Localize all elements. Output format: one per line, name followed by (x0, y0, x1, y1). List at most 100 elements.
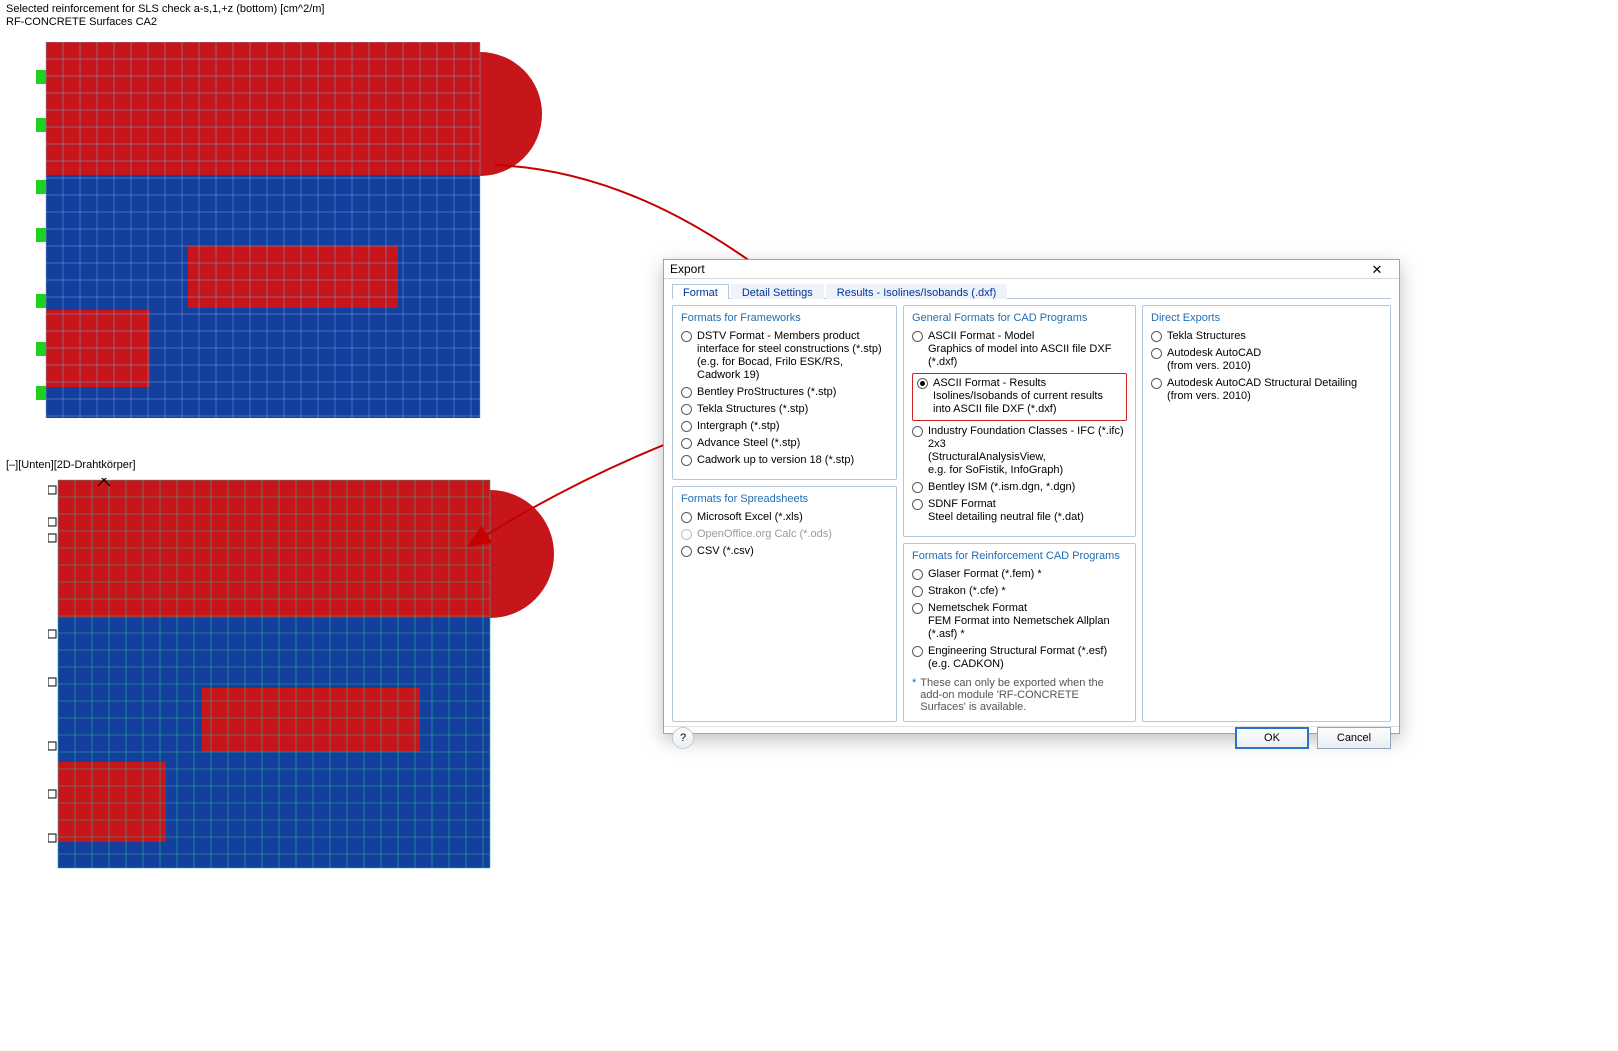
radio-advance-steel[interactable]: Advance Steel (*.stp) (681, 437, 888, 450)
radio-sdnf[interactable]: SDNF Format Steel detailing neutral file… (912, 498, 1127, 524)
radio-bentley-prostructures[interactable]: Bentley ProStructures (*.stp) (681, 386, 888, 399)
radio-icon (912, 603, 923, 614)
radio-tekla-direct[interactable]: Tekla Structures (1151, 330, 1382, 343)
asterisk-icon: * (912, 677, 916, 713)
radio-dstv-sub: (e.g. for Bocad, Frilo ESK/RS, Cadwork 1… (697, 356, 888, 382)
tab-detail-settings[interactable]: Detail Settings (731, 284, 824, 299)
radio-bentley-ism-label: Bentley ISM (*.ism.dgn, *.dgn) (928, 481, 1075, 494)
radio-advance-label: Advance Steel (*.stp) (697, 437, 800, 450)
radio-excel-label: Microsoft Excel (*.xls) (697, 511, 803, 524)
radio-icon (681, 404, 692, 415)
radio-tekla-stp-label: Tekla Structures (*.stp) (697, 403, 808, 416)
figure1-caption: Selected reinforcement for SLS check a-s… (6, 3, 324, 29)
group-reinf-title: Formats for Reinforcement CAD Programs (912, 550, 1127, 562)
figure2-caption-text: [–][Unten][2D-Drahtkörper] (6, 459, 136, 471)
radio-icon (681, 512, 692, 523)
group-direct-title: Direct Exports (1151, 312, 1382, 324)
reinf-note-text: These can only be exported when the add-… (920, 677, 1127, 713)
figure1-mesh (18, 42, 580, 418)
radio-nemetschek-label: Nemetschek Format (928, 602, 1127, 615)
radio-icon (681, 455, 692, 466)
radio-icon (912, 499, 923, 510)
radio-ascii-results-label: ASCII Format - Results (933, 377, 1122, 390)
radio-ascii-results[interactable]: ASCII Format - Results Isolines/Isobands… (917, 377, 1122, 416)
radio-sdnf-label: SDNF Format (928, 498, 1084, 511)
radio-ooo-label: OpenOffice.org Calc (*.ods) (697, 528, 832, 541)
radio-bentley-ism[interactable]: Bentley ISM (*.ism.dgn, *.dgn) (912, 481, 1127, 494)
radio-ifc-sub1: (StructuralAnalysisView, (928, 451, 1127, 464)
radio-ifc-label: Industry Foundation Classes - IFC (*.ifc… (928, 425, 1127, 451)
radio-autocad-sd-label: Autodesk AutoCAD Structural Detailing (1167, 377, 1357, 390)
dialog-title: Export (670, 262, 705, 276)
radio-cadwork-label: Cadwork up to version 18 (*.stp) (697, 454, 854, 467)
radio-intergraph[interactable]: Intergraph (*.stp) (681, 420, 888, 433)
radio-autocad-sub: (from vers. 2010) (1167, 360, 1261, 373)
radio-strakon[interactable]: Strakon (*.cfe) * (912, 585, 1127, 598)
export-dialog: Export ✕ Format Detail Settings Results … (663, 259, 1400, 734)
radio-esf[interactable]: Engineering Structural Format (*.esf) (e… (912, 645, 1127, 671)
radio-icon (912, 569, 923, 580)
figure1-caption-line2: RF-CONCRETE Surfaces CA2 (6, 16, 324, 29)
radio-dstv[interactable]: DSTV Format - Members product interface … (681, 330, 888, 382)
radio-icon (912, 482, 923, 493)
radio-icon (1151, 331, 1162, 342)
radio-dstv-label: DSTV Format - Members product interface … (697, 330, 888, 356)
radio-icon (912, 331, 923, 342)
radio-icon (912, 426, 923, 437)
radio-esf-sub: (e.g. CADKON) (928, 658, 1107, 671)
radio-ascii-model[interactable]: ASCII Format - Model Graphics of model i… (912, 330, 1127, 369)
group-spreadsheets: Formats for Spreadsheets Microsoft Excel… (672, 486, 897, 722)
radio-icon (681, 438, 692, 449)
group-cad: General Formats for CAD Programs ASCII F… (903, 305, 1136, 537)
radio-ifc[interactable]: Industry Foundation Classes - IFC (*.ifc… (912, 425, 1127, 477)
dialog-footer: ? OK Cancel (664, 726, 1399, 749)
radio-glaser-label: Glaser Format (*.fem) * (928, 568, 1042, 581)
radio-ascii-results-sub: Isolines/Isobands of current results int… (933, 390, 1122, 416)
close-button[interactable]: ✕ (1361, 260, 1393, 278)
group-cad-title: General Formats for CAD Programs (912, 312, 1127, 324)
radio-icon (681, 387, 692, 398)
radio-icon (1151, 348, 1162, 359)
help-icon: ? (680, 732, 686, 744)
radio-tekla-direct-label: Tekla Structures (1167, 330, 1246, 343)
radio-csv-label: CSV (*.csv) (697, 545, 754, 558)
radio-ifc-sub2: e.g. for SoFistik, InfoGraph) (928, 464, 1127, 477)
group-reinforcement: Formats for Reinforcement CAD Programs G… (903, 543, 1136, 722)
radio-strakon-label: Strakon (*.cfe) * (928, 585, 1006, 598)
radio-csv[interactable]: CSV (*.csv) (681, 545, 888, 558)
radio-ascii-model-label: ASCII Format - Model (928, 330, 1127, 343)
radio-icon (681, 331, 692, 342)
radio-icon (681, 546, 692, 557)
highlight-ascii-results: ASCII Format - Results Isolines/Isobands… (912, 373, 1127, 421)
cancel-button[interactable]: Cancel (1317, 727, 1391, 749)
radio-intergraph-label: Intergraph (*.stp) (697, 420, 780, 433)
help-button[interactable]: ? (672, 727, 694, 749)
radio-icon (917, 378, 928, 389)
figure1-caption-line1: Selected reinforcement for SLS check a-s… (6, 3, 324, 16)
radio-icon (1151, 378, 1162, 389)
radio-sdnf-sub: Steel detailing neutral file (*.dat) (928, 511, 1084, 524)
radio-cadwork[interactable]: Cadwork up to version 18 (*.stp) (681, 454, 888, 467)
radio-autocad-label: Autodesk AutoCAD (1167, 347, 1261, 360)
tab-results-isolines[interactable]: Results - Isolines/Isobands (.dxf) (826, 284, 1008, 299)
radio-glaser[interactable]: Glaser Format (*.fem) * (912, 568, 1127, 581)
radio-nemetschek[interactable]: Nemetschek Format FEM Format into Nemets… (912, 602, 1127, 641)
ok-button[interactable]: OK (1235, 727, 1309, 749)
radio-autocad[interactable]: Autodesk AutoCAD (from vers. 2010) (1151, 347, 1382, 373)
radio-excel[interactable]: Microsoft Excel (*.xls) (681, 511, 888, 524)
radio-autocad-sd-sub: (from vers. 2010) (1167, 390, 1357, 403)
dialog-titlebar[interactable]: Export ✕ (664, 260, 1399, 279)
radio-tekla-stp[interactable]: Tekla Structures (*.stp) (681, 403, 888, 416)
radio-bentley-ps-label: Bentley ProStructures (*.stp) (697, 386, 836, 399)
group-direct-exports: Direct Exports Tekla Structures Autodesk… (1142, 305, 1391, 722)
tab-strip: Format Detail Settings Results - Isoline… (672, 283, 1391, 299)
group-frameworks: Formats for Frameworks DSTV Format - Mem… (672, 305, 897, 480)
group-spreadsheets-title: Formats for Spreadsheets (681, 493, 888, 505)
radio-nemetschek-sub: FEM Format into Nemetschek Allplan (*.as… (928, 615, 1127, 641)
radio-icon (912, 646, 923, 657)
reinf-note: * These can only be exported when the ad… (912, 677, 1127, 713)
radio-icon (912, 586, 923, 597)
tab-format[interactable]: Format (672, 284, 729, 299)
radio-autocad-sd[interactable]: Autodesk AutoCAD Structural Detailing (f… (1151, 377, 1382, 403)
close-icon: ✕ (1372, 263, 1383, 276)
